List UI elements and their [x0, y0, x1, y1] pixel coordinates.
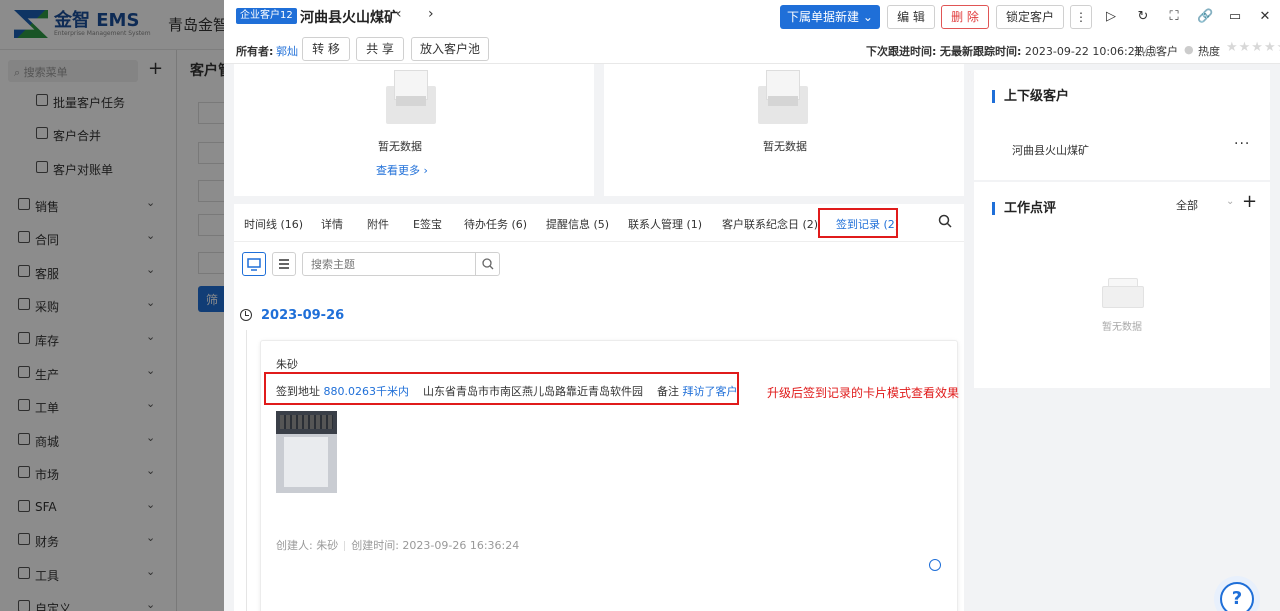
refresh-icon[interactable]: ↻ — [1135, 9, 1151, 24]
comment-icon[interactable] — [929, 559, 941, 571]
tab-attachments[interactable]: 附件 — [367, 216, 389, 232]
fullscreen-icon[interactable]: ⛶ — [1166, 9, 1182, 24]
share-button[interactable]: 共 享 — [356, 37, 404, 61]
record-created-time: 创建时间: 2023-09-26 16:36:24 — [351, 539, 520, 552]
tab-reminders[interactable]: 提醒信息 (5) — [546, 216, 609, 232]
highlight-box-record — [264, 372, 739, 405]
put-into-pool-button[interactable]: 放入客户池 — [411, 37, 489, 61]
edit-button[interactable]: 编 辑 — [887, 5, 935, 29]
search-button[interactable] — [475, 253, 499, 275]
next-customer-icon[interactable]: › — [428, 6, 434, 22]
empty-data-icon — [386, 70, 436, 124]
heat-label: 热度 — [1198, 45, 1220, 58]
last-follow-value: 2023-09-22 10:06:21 — [1024, 45, 1142, 58]
card-view-button[interactable] — [242, 252, 266, 276]
clock-icon — [240, 309, 252, 321]
transfer-button[interactable]: 转 移 — [302, 37, 350, 61]
owner-value[interactable]: 郭灿 — [276, 43, 298, 59]
next-follow-info: 下次跟进时间: 无 — [866, 43, 951, 59]
next-follow-label: 下次跟进时间: — [866, 45, 937, 58]
checkin-list: 2023-09-26 朱砂 签到地址 880.0263千米内 山东省青岛市市南区… — [234, 242, 964, 611]
empty-text: 暂无数据 — [378, 140, 422, 153]
empty-card-left: 暂无数据 查看更多 › — [234, 64, 594, 196]
search-icon — [482, 258, 494, 270]
view-more-label: 查看更多 — [376, 164, 420, 177]
tab-todo[interactable]: 待办任务 (6) — [464, 216, 527, 232]
detail-tabs: 时间线 (16) 详情 附件 E签宝 待办任务 (6) 提醒信息 (5) 联系人… — [234, 204, 964, 242]
drawer-header: 企业客户12 河曲县火山煤矿 ‹ › 下属单据新建 ⌄ 编 辑 删 除 锁定客户… — [224, 0, 1280, 34]
timeline-line — [246, 330, 247, 611]
work-review-panel: 工作点评 全部 ⌄ + 暂无数据 — [974, 182, 1270, 388]
link-icon[interactable]: 🔗 — [1197, 9, 1213, 24]
next-follow-value: 无 — [939, 45, 951, 58]
new-sub-document-label: 下属单据新建 — [787, 10, 860, 24]
empty-data-icon — [758, 70, 808, 124]
owner-label: 所有者: — [236, 45, 274, 58]
help-button[interactable]: ? — [1220, 582, 1254, 611]
last-follow-info: 最新跟踪时间: 2023-09-22 10:06:21 ⓘ — [951, 43, 1156, 59]
list-view-button[interactable] — [272, 252, 296, 276]
chevron-down-icon: ⌄ — [862, 10, 873, 24]
add-review-icon[interactable]: + — [1242, 191, 1257, 212]
delete-button[interactable]: 删 除 — [941, 5, 989, 29]
panel-title: 上下级客户 — [992, 90, 1069, 103]
empty-card-right: 暂无数据 — [604, 64, 964, 196]
window-icon[interactable]: ▭ — [1227, 9, 1243, 24]
list-view-icon — [279, 259, 289, 269]
panel-title: 工作点评 — [992, 202, 1056, 215]
card-view-icon — [247, 258, 261, 271]
record-creator: 创建人: 朱砂 — [276, 539, 339, 552]
subject-search — [302, 252, 500, 276]
more-icon[interactable]: ··· — [1234, 136, 1250, 152]
empty-text: 暂无数据 — [1102, 322, 1142, 333]
customer-name: 河曲县火山煤矿 — [300, 10, 398, 26]
hot-customer-label: 热点客户 — [1134, 45, 1178, 58]
owner-bar: 所有者: 郭灿 转 移 共 享 放入客户池 下次跟进时间: 无 最新跟踪时间: … — [224, 34, 1280, 64]
customer-detail-drawer: 企业客户12 河曲县火山煤矿 ‹ › 下属单据新建 ⌄ 编 辑 删 除 锁定客户… — [224, 0, 1280, 611]
new-sub-document-button[interactable]: 下属单据新建 ⌄ — [780, 5, 880, 29]
record-user: 朱砂 — [276, 358, 298, 371]
heat-stars[interactable]: ★★★★★ — [1226, 40, 1280, 55]
play-icon[interactable]: ▷ — [1103, 9, 1119, 24]
timeline-date: 2023-09-26 — [261, 308, 345, 323]
review-filter-select[interactable]: 全部 — [1176, 197, 1198, 213]
lock-customer-button[interactable]: 锁定客户 — [996, 5, 1064, 29]
empty-text: 暂无数据 — [763, 140, 807, 153]
tab-contacts[interactable]: 联系人管理 (1) — [628, 216, 702, 232]
view-more-link[interactable]: 查看更多 › — [376, 162, 428, 178]
prev-customer-icon[interactable]: ‹ — [396, 6, 402, 22]
close-icon[interactable]: ✕ — [1257, 9, 1273, 24]
more-actions-button[interactable]: ⋮ — [1070, 5, 1092, 29]
tab-details[interactable]: 详情 — [321, 216, 343, 232]
chevron-down-icon[interactable]: ⌄ — [1226, 196, 1234, 207]
customer-type-tag: 企业客户12 — [236, 8, 297, 24]
checkin-photo[interactable] — [276, 411, 337, 493]
summary-cards: 暂无数据 查看更多 › 暂无数据 — [234, 64, 964, 196]
related-customer-item[interactable]: 河曲县火山煤矿 — [1012, 142, 1089, 158]
record-meta: 创建人: 朱砂 创建时间: 2023-09-26 16:36:24 — [276, 537, 519, 553]
subject-search-input[interactable] — [303, 253, 473, 275]
hot-toggle-dot[interactable]: ● — [1184, 43, 1194, 56]
tab-timeline[interactable]: 时间线 (16) — [244, 216, 303, 232]
annotation-text: 升级后签到记录的卡片模式查看效果 — [767, 386, 960, 400]
search-icon[interactable] — [938, 214, 952, 228]
tab-anniversaries[interactable]: 客户联系纪念日 (2) — [722, 216, 818, 232]
tab-esign[interactable]: E签宝 — [413, 216, 442, 232]
highlight-box-tab — [818, 208, 898, 238]
chevron-right-icon: › — [423, 164, 428, 177]
last-follow-label: 最新跟踪时间: — [951, 45, 1022, 58]
empty-inbox-icon — [1102, 278, 1144, 308]
parent-child-customers-panel: 上下级客户 河曲县火山煤矿 ··· — [974, 70, 1270, 180]
